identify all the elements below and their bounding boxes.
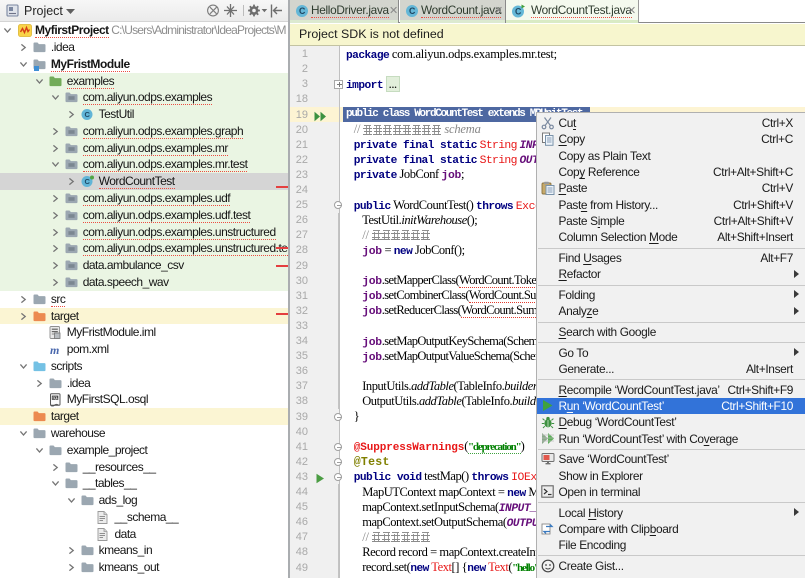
svg-text:C: C [409,6,416,16]
svg-text:C: C [515,7,522,17]
svg-text:C: C [299,6,306,16]
svg-text:SQL: SQL [52,397,58,401]
svg-text:m: m [50,343,59,356]
